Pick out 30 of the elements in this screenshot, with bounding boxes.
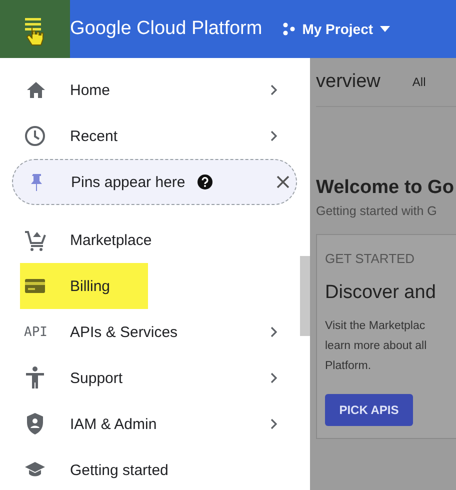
menu-item[interactable]: Support bbox=[0, 355, 300, 401]
caret-icon bbox=[379, 25, 392, 33]
app-title: Google Cloud Platform bbox=[70, 18, 262, 40]
menu-item[interactable]: Home bbox=[0, 67, 300, 113]
card-text: Visit the Marketplac bbox=[325, 319, 426, 334]
card-eyebrow: GET STARTED bbox=[325, 251, 416, 266]
menu-item[interactable]: IAM & Admin bbox=[0, 401, 300, 447]
welcome-heading: Welcome to Go bbox=[316, 177, 455, 199]
card-text: Platform. bbox=[325, 359, 372, 374]
credit-card-icon bbox=[24, 277, 48, 295]
clock-icon bbox=[24, 125, 48, 147]
api-icon: API bbox=[24, 324, 48, 340]
page-title: verview bbox=[316, 71, 380, 93]
welcome-subtitle: Getting started with G bbox=[316, 204, 438, 218]
card-title: Discover and bbox=[325, 282, 437, 304]
tab[interactable]: All bbox=[412, 75, 426, 89]
menu-item[interactable]: Getting started bbox=[0, 447, 300, 490]
scrollbar[interactable] bbox=[300, 256, 310, 336]
card-text: learn more about all bbox=[325, 339, 428, 354]
close-icon[interactable] bbox=[276, 175, 290, 189]
cart-icon bbox=[24, 228, 48, 252]
menu-item[interactable]: Recent bbox=[0, 113, 300, 159]
menu-button[interactable] bbox=[0, 0, 70, 58]
pick-apis-button[interactable]: PICK APIS bbox=[325, 394, 413, 426]
pins-label: Pins appear here bbox=[71, 174, 186, 190]
menu-item[interactable]: Marketplace bbox=[0, 217, 300, 263]
project-selector[interactable]: My Project bbox=[282, 21, 392, 37]
menu-item[interactable]: API APIs & Services bbox=[0, 309, 300, 355]
project-dots-icon bbox=[282, 22, 296, 36]
help-icon[interactable] bbox=[197, 174, 214, 190]
